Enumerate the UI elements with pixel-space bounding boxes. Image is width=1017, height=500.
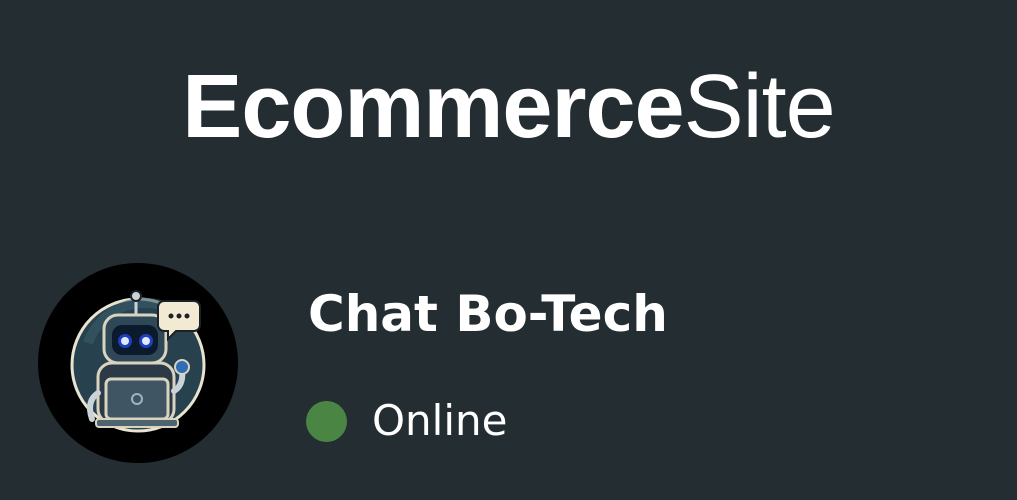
- site-logo-title: EcommerceSite: [0, 52, 1017, 162]
- brand-name-light: Site: [683, 57, 836, 157]
- online-status-icon: [306, 400, 347, 442]
- chat-header: Chat Bo-Tech Online: [38, 263, 978, 463]
- status-text: Online: [372, 396, 508, 445]
- status-indicator: Online: [306, 397, 507, 445]
- bot-avatar: [38, 263, 238, 463]
- brand-name-bold: Ecommerce: [182, 57, 684, 157]
- bot-name: Chat Bo-Tech: [308, 285, 668, 343]
- robot-avatar-icon: [70, 290, 206, 433]
